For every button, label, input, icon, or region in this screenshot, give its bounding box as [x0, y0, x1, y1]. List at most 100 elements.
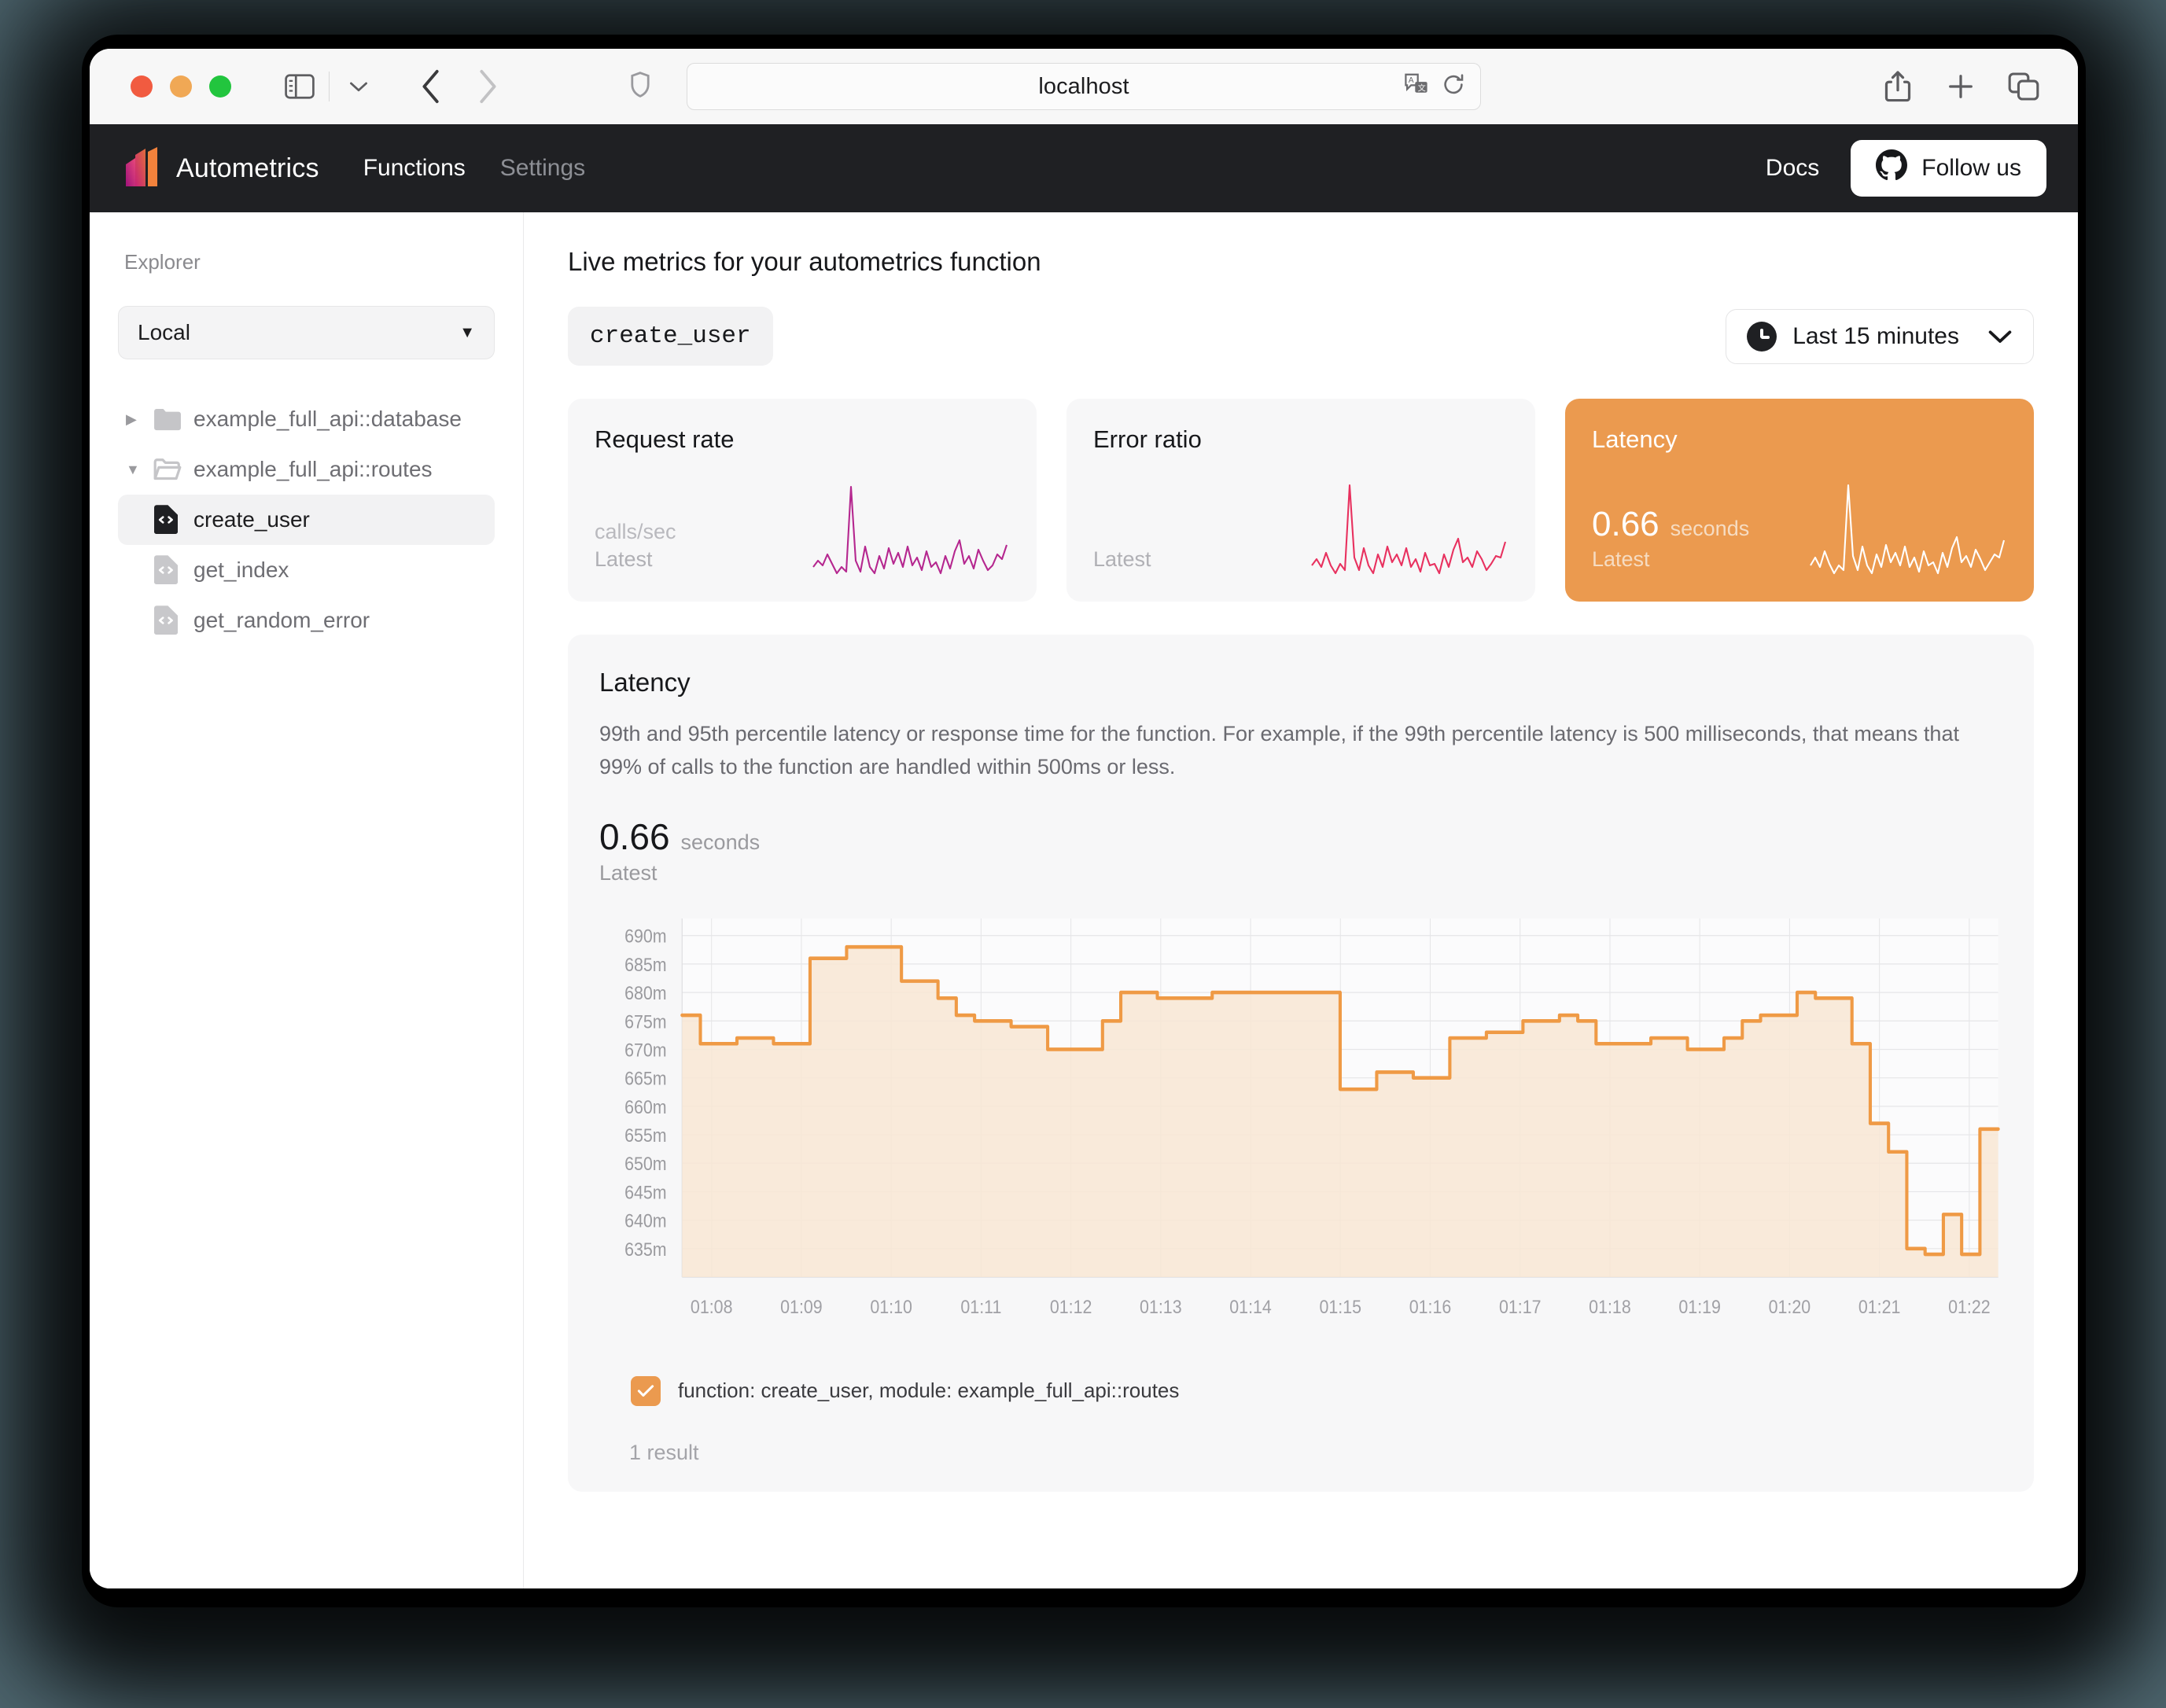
- svg-text:A: A: [1409, 76, 1414, 85]
- metric-card-title: Error ratio: [1093, 425, 1508, 454]
- metric-card-latest: Latest: [1093, 547, 1151, 572]
- panel-description: 99th and 95th percentile latency or resp…: [599, 718, 2002, 784]
- app-header: Autometrics Functions Settings Docs Foll…: [90, 124, 2078, 212]
- x-axis-tick-label: 01:09: [780, 1296, 823, 1317]
- chevron-down-icon: ▼: [459, 324, 475, 342]
- brand[interactable]: Autometrics: [124, 147, 319, 190]
- address-bar[interactable]: localhost A 文: [687, 63, 1481, 110]
- x-axis-tick-label: 01:21: [1858, 1296, 1901, 1317]
- browser-toolbar: localhost A 文: [90, 49, 2078, 124]
- metric-card-stat: calls/sec Latest: [595, 520, 676, 572]
- folder-icon: [153, 407, 193, 432]
- panel-stat-value: 0.66: [599, 815, 670, 858]
- clock-icon: [1747, 322, 1777, 352]
- panel-title: Latency: [599, 668, 2002, 698]
- environment-select[interactable]: Local ▼: [118, 306, 495, 359]
- tree-item-get-random-error[interactable]: get_random_error: [118, 595, 495, 646]
- main-content: Live metrics for your autometrics functi…: [524, 212, 2078, 1588]
- follow-us-label: Follow us: [1921, 155, 2021, 182]
- x-axis-tick-label: 01:16: [1409, 1296, 1452, 1317]
- tree-item-label: get_random_error: [193, 608, 370, 633]
- x-axis-tick-label: 01:14: [1229, 1296, 1272, 1317]
- tree-item-create-user[interactable]: create_user: [118, 495, 495, 545]
- tree-item-example-full-api-routes[interactable]: ▼ example_full_api::routes: [118, 444, 495, 495]
- maximize-window-button[interactable]: [209, 75, 231, 98]
- latency-panel: Latency 99th and 95th percentile latency…: [568, 635, 2034, 1492]
- metric-card-error-ratio[interactable]: Error ratio Latest: [1066, 399, 1535, 602]
- window-controls: [131, 75, 231, 98]
- forward-button[interactable]: [465, 64, 510, 109]
- tree-item-label: example_full_api::routes: [193, 457, 433, 482]
- x-axis-tick-label: 01:18: [1589, 1296, 1631, 1317]
- metric-card-latest: Latest: [1592, 547, 1749, 572]
- reload-icon[interactable]: [1441, 72, 1466, 101]
- tree-item-label: create_user: [193, 507, 310, 532]
- function-file-icon: [153, 554, 193, 586]
- url-text: localhost: [1038, 74, 1129, 100]
- new-tab-icon[interactable]: [1938, 64, 1984, 109]
- y-axis-tick-label: 665m: [624, 1067, 667, 1088]
- address-bar-icons: A 文: [1403, 72, 1466, 102]
- tree-item-get-index[interactable]: get_index: [118, 545, 495, 595]
- panel-stat: 0.66 seconds Latest: [599, 815, 2002, 885]
- browser-window: localhost A 文: [90, 49, 2078, 1588]
- y-axis-tick-label: 690m: [624, 925, 667, 946]
- follow-us-button[interactable]: Follow us: [1851, 140, 2046, 197]
- x-axis-tick-label: 01:15: [1320, 1296, 1362, 1317]
- metric-card-stat: 0.66 seconds Latest: [1592, 505, 1749, 572]
- tree-item-example-full-api-database[interactable]: ▶ example_full_api::database: [118, 394, 495, 444]
- result-count: 1 result: [599, 1441, 2002, 1465]
- share-icon[interactable]: [1875, 64, 1921, 109]
- y-axis-tick-label: 685m: [624, 953, 667, 974]
- minimize-window-button[interactable]: [170, 75, 192, 98]
- translate-icon[interactable]: A 文: [1403, 72, 1430, 102]
- sparkline-request-rate: [807, 479, 1019, 581]
- y-axis-tick-label: 640m: [624, 1209, 667, 1231]
- toolbar-divider: [329, 72, 330, 101]
- sidebar-options-button[interactable]: [336, 64, 381, 109]
- function-toolbar: create_user Last 15 minutes: [568, 307, 2034, 366]
- function-file-icon: [153, 605, 193, 636]
- expand-arrow-icon[interactable]: ▶: [126, 411, 153, 428]
- metric-card-request-rate[interactable]: Request rate calls/sec Latest: [568, 399, 1037, 602]
- nav-item-settings[interactable]: Settings: [500, 155, 585, 182]
- sidebar: Explorer Local ▼ ▶ example_full_api::dat…: [90, 212, 524, 1588]
- autometrics-logo-icon: [124, 147, 160, 190]
- svg-text:文: 文: [1418, 83, 1426, 93]
- time-range-selector[interactable]: Last 15 minutes: [1726, 309, 2034, 364]
- panel-stat-latest: Latest: [599, 861, 2002, 885]
- collapse-arrow-icon[interactable]: ▼: [126, 462, 153, 478]
- x-axis-tick-label: 01:08: [691, 1296, 733, 1317]
- latency-chart[interactable]: 690m685m680m675m670m665m660m655m650m645m…: [599, 912, 2002, 1353]
- folder-open-icon: [153, 457, 193, 482]
- x-axis-tick-label: 01:12: [1050, 1296, 1092, 1317]
- function-tree: ▶ example_full_api::database ▼: [118, 394, 495, 646]
- panel-stat-unit: seconds: [681, 830, 761, 855]
- brand-name: Autometrics: [176, 153, 319, 184]
- y-axis-tick-label: 675m: [624, 1010, 667, 1032]
- chevron-down-icon: [1987, 329, 2013, 344]
- close-window-button[interactable]: [131, 75, 153, 98]
- environment-value: Local: [138, 320, 190, 345]
- chart-legend: function: create_user, module: example_f…: [599, 1376, 2002, 1406]
- metric-card-title: Latency: [1592, 425, 2007, 454]
- metric-card-latency[interactable]: Latency 0.66 seconds Latest: [1565, 399, 2034, 602]
- docs-link[interactable]: Docs: [1766, 155, 1819, 182]
- metric-card-unit: seconds: [1671, 517, 1750, 541]
- latency-chart-svg: 690m685m680m675m670m665m660m655m650m645m…: [599, 912, 2002, 1353]
- legend-checkbox[interactable]: [631, 1376, 661, 1406]
- app-nav: Functions Settings: [363, 155, 585, 182]
- time-range-label: Last 15 minutes: [1792, 323, 1959, 350]
- sparkline-error-ratio: [1306, 479, 1518, 581]
- y-axis-tick-label: 635m: [624, 1238, 667, 1259]
- app-body: Explorer Local ▼ ▶ example_full_api::dat…: [90, 212, 2078, 1588]
- metric-card-stat: Latest: [1093, 547, 1151, 572]
- selected-function-chip: create_user: [568, 307, 773, 366]
- nav-item-functions[interactable]: Functions: [363, 155, 466, 182]
- tab-overview-icon[interactable]: [2001, 64, 2046, 109]
- y-axis-tick-label: 645m: [624, 1181, 667, 1202]
- sidebar-toggle-button[interactable]: [277, 64, 322, 109]
- metric-card-title: Request rate: [595, 425, 1010, 454]
- y-axis-tick-label: 680m: [624, 982, 667, 1003]
- back-button[interactable]: [408, 64, 454, 109]
